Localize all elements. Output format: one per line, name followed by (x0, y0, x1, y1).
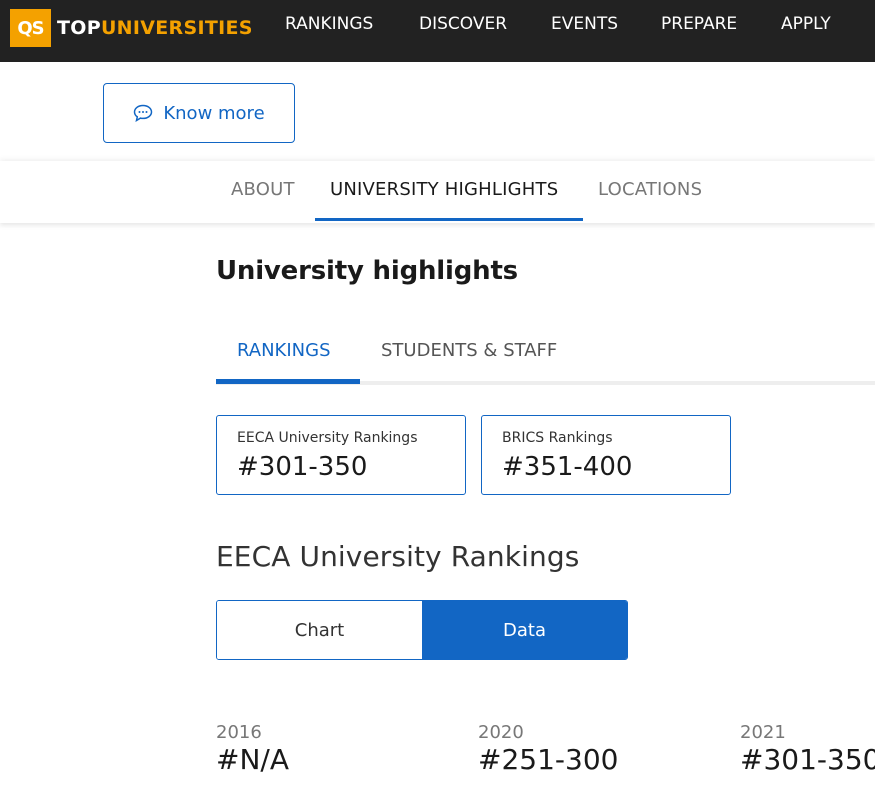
data-view-button[interactable]: Data (422, 601, 627, 659)
ranking-data-item: 2016 #N/A (216, 720, 289, 776)
qs-logo-badge: QS (10, 9, 51, 47)
ranking-section-heading: EECA University Rankings (216, 540, 580, 573)
nav-events[interactable]: EVENTS (551, 14, 618, 34)
ranking-year: 2021 (740, 722, 786, 743)
subtab-rankings[interactable]: RANKINGS (237, 340, 331, 361)
chat-bubble-icon (134, 104, 153, 122)
ranking-card-value: #351-400 (502, 452, 633, 482)
ranking-value: #251-300 (478, 743, 619, 776)
ranking-data-item: 2020 #251-300 (478, 720, 618, 776)
section-tabs: ABOUT UNIVERSITY HIGHLIGHTS LOCATIONS (0, 161, 875, 223)
ranking-card-label: BRICS Rankings (502, 430, 613, 446)
ranking-year: 2020 (478, 722, 524, 743)
ranking-card-label: EECA University Rankings (237, 430, 418, 446)
nav-prepare[interactable]: PREPARE (661, 14, 737, 34)
ranking-card-value: #301-350 (237, 452, 368, 482)
ranking-card-eeca[interactable]: EECA University Rankings #301-350 (216, 415, 466, 495)
active-tab-indicator (315, 218, 583, 221)
nav-discover[interactable]: DISCOVER (419, 14, 507, 34)
logo-wordmark: TOP UNIVERSITIES (57, 17, 253, 39)
ranking-value: #301-350 (740, 743, 875, 776)
chart-view-button[interactable]: Chart (217, 601, 422, 659)
logo-top-text: TOP (57, 17, 101, 39)
tab-university-highlights[interactable]: UNIVERSITY HIGHLIGHTS (330, 179, 558, 200)
topuniversities-logo[interactable]: QS TOP UNIVERSITIES (10, 9, 253, 47)
active-subtab-indicator (216, 379, 360, 384)
ranking-year: 2016 (216, 722, 262, 743)
tab-locations[interactable]: LOCATIONS (598, 179, 702, 200)
page-title: University highlights (216, 256, 518, 286)
logo-universities-text: UNIVERSITIES (100, 17, 253, 39)
know-more-label: Know more (163, 102, 265, 124)
view-toggle: Chart Data (216, 600, 628, 660)
subtab-students-staff[interactable]: STUDENTS & STAFF (381, 340, 557, 361)
ranking-value: #N/A (216, 743, 289, 776)
know-more-button[interactable]: Know more (103, 83, 295, 143)
nav-apply[interactable]: APPLY (781, 14, 831, 34)
ranking-card-brics[interactable]: BRICS Rankings #351-400 (481, 415, 731, 495)
nav-rankings[interactable]: RANKINGS (285, 14, 373, 34)
ranking-data-item: 2021 #301-350 (740, 720, 875, 776)
tab-about[interactable]: ABOUT (231, 179, 295, 200)
top-navigation-bar: QS TOP UNIVERSITIES RANKINGS DISCOVER EVE… (0, 0, 875, 62)
